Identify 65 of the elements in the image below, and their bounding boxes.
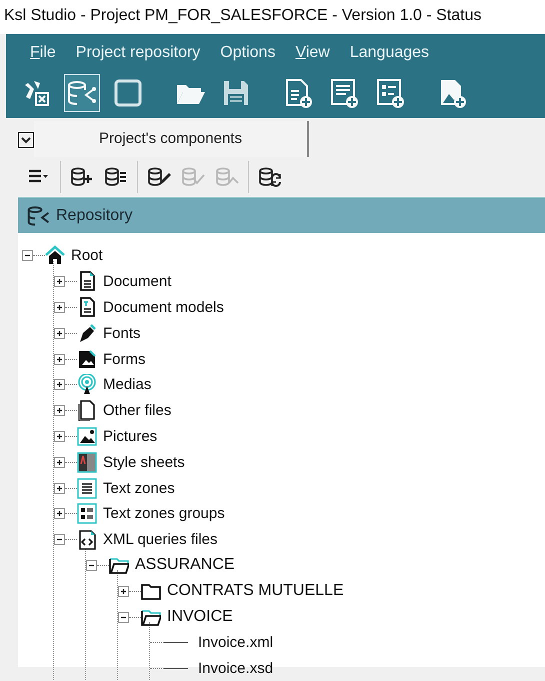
refresh-database-icon (258, 166, 282, 188)
menu-item[interactable]: Options (210, 42, 286, 68)
tree-item[interactable]: Medias (103, 376, 152, 394)
expand-icon[interactable] (54, 508, 65, 520)
expand-icon[interactable] (54, 276, 65, 288)
image-document-icon (77, 348, 97, 370)
tree-item[interactable]: Other files (103, 402, 172, 420)
toolbar-button[interactable] (69, 165, 95, 189)
tree-item[interactable]: Text zones groups (103, 505, 225, 522)
square-icon (112, 77, 144, 109)
menu-item[interactable]: Project repository (66, 42, 210, 68)
expand-icon[interactable] (54, 354, 65, 365)
tree-item[interactable]: Pictures (103, 428, 158, 445)
menu-item[interactable]: Languages (340, 42, 440, 68)
file-icon (77, 400, 97, 422)
tree-item[interactable]: Forms (103, 350, 146, 368)
expand-icon[interactable] (118, 586, 129, 597)
tree-item[interactable]: Invoice.xsd (198, 660, 274, 678)
tree-item[interactable]: Root (71, 247, 103, 264)
tree-item[interactable]: Invoice.xml (198, 634, 274, 652)
edit-database-icon (147, 166, 171, 188)
tree-item[interactable]: Document models (103, 298, 224, 316)
expand-icon[interactable] (54, 405, 65, 416)
tree-item[interactable]: INVOICE (167, 608, 233, 626)
code-file-icon (77, 529, 97, 550)
expand-icon[interactable] (54, 379, 65, 390)
check-database-icon (181, 166, 205, 188)
document-icon (77, 296, 97, 318)
menu-item[interactable]: File (20, 42, 66, 68)
toolbar-button[interactable] (103, 165, 129, 189)
add-text-icon (328, 77, 360, 109)
database-share-icon (26, 204, 52, 226)
expand-icon[interactable] (54, 430, 65, 442)
picture-icon (77, 426, 97, 447)
expand-icon[interactable] (54, 482, 65, 494)
pen-icon (77, 322, 97, 344)
tree-item[interactable]: Fonts (103, 324, 141, 342)
collapse-icon[interactable] (86, 560, 97, 571)
add-database-icon (70, 166, 94, 188)
tree-item[interactable]: Text zones (103, 480, 175, 497)
add-list-icon (374, 77, 406, 109)
menu-item[interactable]: View (285, 42, 340, 68)
database-search-icon (215, 166, 239, 188)
expand-icon[interactable] (54, 328, 65, 339)
tree-item[interactable]: Style sheets (103, 454, 185, 471)
text-lines-icon (77, 478, 97, 499)
window-title: Ksl Studio - Project PM_FOR_SALESFORCE - Version 1.0 - Status (3, 6, 483, 25)
toolbar-button[interactable] (257, 165, 283, 189)
collapse-icon[interactable] (22, 250, 33, 262)
tree-item[interactable]: CONTRATS MUTUELLE (167, 582, 344, 600)
home-icon (45, 245, 65, 266)
broadcast-icon (77, 374, 97, 396)
expand-icon[interactable] (54, 302, 65, 313)
database-list-icon (104, 166, 128, 188)
document-icon (77, 271, 97, 292)
expand-icon[interactable] (54, 456, 65, 468)
list-icon (77, 503, 97, 524)
panel-title: Repository (56, 206, 132, 224)
toolbar-button[interactable] (146, 165, 172, 189)
tree-item[interactable]: ASSURANCE (135, 556, 235, 574)
tree-item[interactable]: XML queries files (103, 531, 218, 548)
dropdown-icon[interactable] (18, 132, 34, 148)
collapse-icon[interactable] (54, 534, 65, 546)
tree-item[interactable]: Document (103, 273, 172, 290)
collapse-icon[interactable] (118, 612, 129, 623)
